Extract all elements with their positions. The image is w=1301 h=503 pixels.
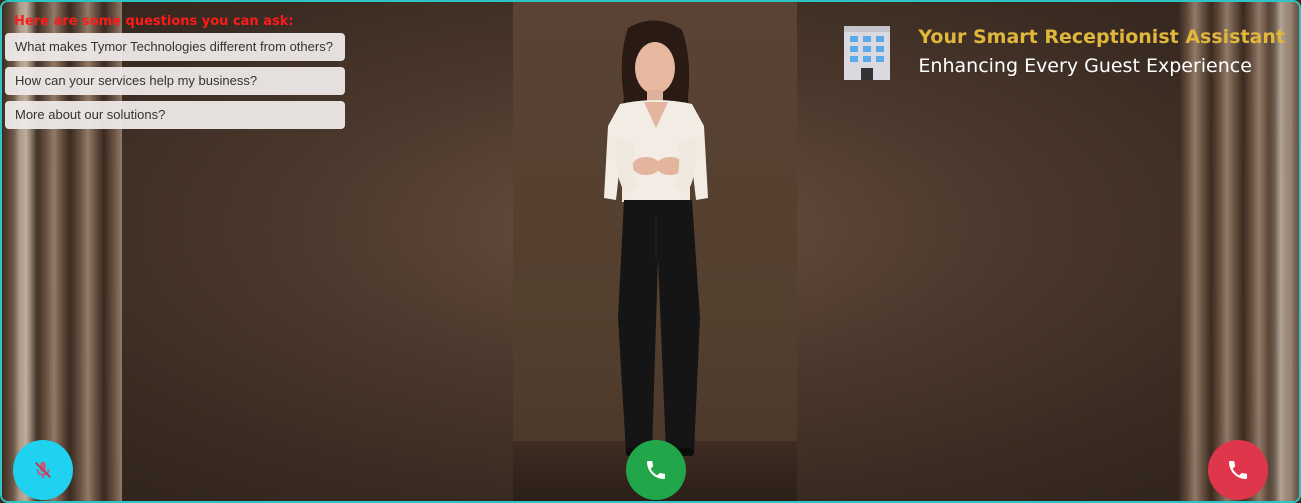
brand-subtitle: Enhancing Every Guest Experience bbox=[918, 55, 1252, 77]
question-chip-solutions[interactable]: More about our solutions? bbox=[5, 101, 345, 129]
mute-button[interactable] bbox=[13, 440, 73, 500]
question-chip-different[interactable]: What makes Tymor Technologies different … bbox=[5, 33, 345, 61]
start-call-button[interactable] bbox=[626, 440, 686, 500]
microphone-off-icon bbox=[34, 461, 52, 479]
suggested-questions: Here are some questions you can ask: Wha… bbox=[5, 14, 347, 135]
phone-icon bbox=[1229, 461, 1247, 479]
end-call-button[interactable] bbox=[1208, 440, 1268, 500]
office-building-icon bbox=[844, 26, 891, 80]
receptionist-avatar bbox=[604, 20, 708, 456]
receptionist-stage: Here are some questions you can ask: Wha… bbox=[0, 0, 1301, 503]
question-chip-services[interactable]: How can your services help my business? bbox=[5, 67, 345, 95]
brand-title: Your Smart Receptionist Assistant bbox=[918, 26, 1285, 48]
phone-icon bbox=[647, 461, 665, 479]
brand-header: Your Smart Receptionist Assistant Enhanc… bbox=[838, 22, 1285, 80]
questions-heading: Here are some questions you can ask: bbox=[14, 14, 294, 29]
